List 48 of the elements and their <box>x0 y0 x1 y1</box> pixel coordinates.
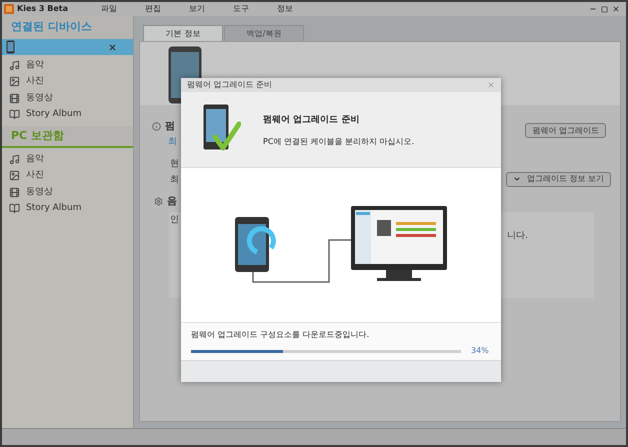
info-icon <box>152 122 161 131</box>
close-icon[interactable] <box>108 42 117 52</box>
photo-icon <box>9 76 20 88</box>
info-text: 니다. <box>507 230 528 242</box>
tab[interactable]: 기본 정보 <box>143 25 223 41</box>
firmware-upgrade-button[interactable]: 펌웨어 업그레이드 <box>525 123 606 138</box>
sidebar-item[interactable]: 음악 <box>2 57 133 74</box>
progress-status: 펌웨어 업그레이드 구성요소를 다운로드중입니다. <box>191 329 370 341</box>
phone-icon <box>6 40 15 54</box>
section-title: PC 보관함 <box>2 126 133 148</box>
progress-percent: 34% <box>471 345 489 357</box>
menu-item[interactable]: 파일 <box>87 3 131 15</box>
info-text: 최 <box>170 174 179 187</box>
logo-icon <box>4 4 14 14</box>
upgrade-info-button[interactable]: 업그레이드 정보 보기 <box>506 172 611 186</box>
album-icon <box>9 109 20 120</box>
sidebar-item[interactable]: 동영상 <box>2 90 133 106</box>
sidebar-item[interactable]: 사진 <box>2 74 133 90</box>
photo-icon <box>9 170 20 182</box>
info-text: 인 <box>170 214 179 226</box>
tab[interactable]: 백업/복원 <box>224 25 304 41</box>
menu-item[interactable]: 도구 <box>219 3 263 15</box>
sidebar-item[interactable]: 사진 <box>2 168 133 184</box>
music-icon <box>9 60 20 71</box>
music-icon <box>9 154 20 165</box>
section-heading: 음 <box>167 194 177 208</box>
caret-icon <box>512 175 521 183</box>
dialog-message: PC에 연결된 케이블을 분리하지 마십시오. <box>263 136 414 148</box>
sidebar-item[interactable]: Story Album <box>2 200 133 217</box>
sidebar-item[interactable]: 음악 <box>2 151 133 168</box>
video-icon <box>9 186 20 198</box>
close-icon[interactable] <box>612 5 620 13</box>
section-heading: 펌 <box>165 120 175 134</box>
window-title: Kies 3 Beta <box>17 3 68 15</box>
menu-item[interactable]: 정보 <box>263 3 307 15</box>
album-icon <box>9 203 20 214</box>
sidebar-item[interactable]: 동영상 <box>2 184 133 200</box>
sidebar-item[interactable]: Story Album <box>2 106 133 123</box>
gear-icon <box>154 196 163 206</box>
info-text: 현 <box>170 158 179 170</box>
dialog-heading: 펌웨어 업그레이드 준비 <box>263 114 360 127</box>
menu-item[interactable]: 보기 <box>175 3 219 15</box>
video-icon <box>9 92 20 104</box>
device-row[interactable] <box>2 39 133 55</box>
section-title: 연결된 디바이스 <box>2 16 133 39</box>
menu-item[interactable]: 편집 <box>131 3 175 15</box>
dialog-title: 펌웨어 업그레이드 준비 <box>187 79 272 91</box>
maximize-icon[interactable] <box>601 6 608 12</box>
